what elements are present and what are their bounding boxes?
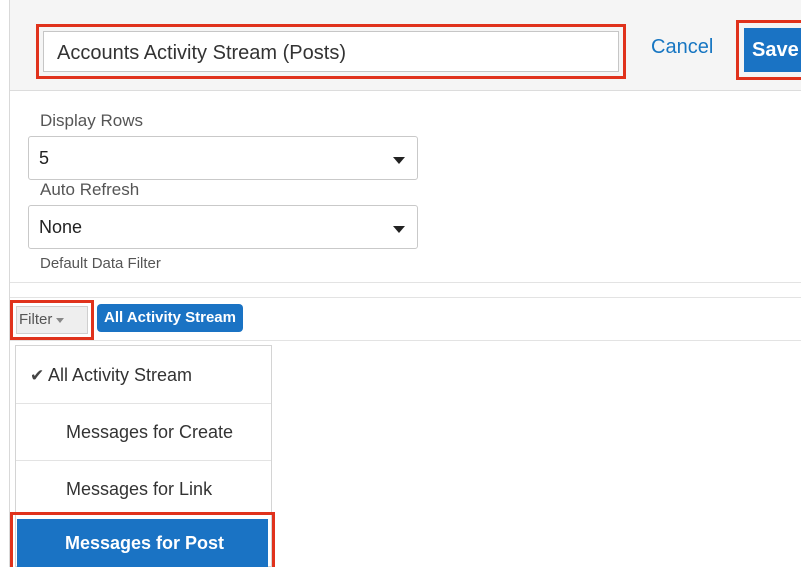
default-data-filter-label: Default Data Filter xyxy=(40,255,161,272)
divider xyxy=(10,340,801,341)
display-rows-label: Display Rows xyxy=(40,111,143,130)
caret-down-icon xyxy=(56,317,65,323)
dashlet-title-input[interactable]: Accounts Activity Stream (Posts) xyxy=(43,31,619,72)
dashlet-header: Accounts Activity Stream (Posts) Cancel … xyxy=(10,0,801,91)
auto-refresh-value: None xyxy=(39,217,83,237)
divider xyxy=(10,297,801,298)
cancel-button[interactable]: Cancel xyxy=(651,36,713,59)
auto-refresh-label: Auto Refresh xyxy=(40,180,140,199)
active-filter-pill[interactable]: All Activity Stream xyxy=(97,304,243,332)
divider xyxy=(10,282,801,283)
display-rows-value: 5 xyxy=(39,148,50,168)
auto-refresh-select[interactable]: None xyxy=(28,205,418,249)
menu-item-label: Messages for Create xyxy=(66,422,234,442)
filter-button-label: Filter xyxy=(19,311,53,328)
save-button[interactable]: Save xyxy=(744,28,801,72)
menu-item-messages-for-link[interactable]: Messages for Link xyxy=(16,460,271,517)
menu-item-label: Messages for Link xyxy=(66,479,213,499)
menu-item-label: All Activity Stream xyxy=(48,365,193,385)
menu-item-all-activity-stream[interactable]: ✔ All Activity Stream xyxy=(16,347,271,404)
menu-item-highlight: Messages for Post xyxy=(10,512,275,567)
display-rows-select[interactable]: 5 xyxy=(28,136,418,180)
check-icon: ✔ xyxy=(30,366,45,385)
title-highlight: Accounts Activity Stream (Posts) xyxy=(36,24,626,79)
filter-button[interactable]: Filter xyxy=(16,306,88,334)
filter-highlight: Filter xyxy=(10,300,94,340)
chevron-down-icon xyxy=(393,157,405,164)
chevron-down-icon xyxy=(393,226,405,233)
save-highlight: Save xyxy=(736,20,801,80)
menu-item-messages-for-post[interactable]: Messages for Post xyxy=(17,519,268,567)
menu-item-messages-for-create[interactable]: Messages for Create xyxy=(16,403,271,460)
